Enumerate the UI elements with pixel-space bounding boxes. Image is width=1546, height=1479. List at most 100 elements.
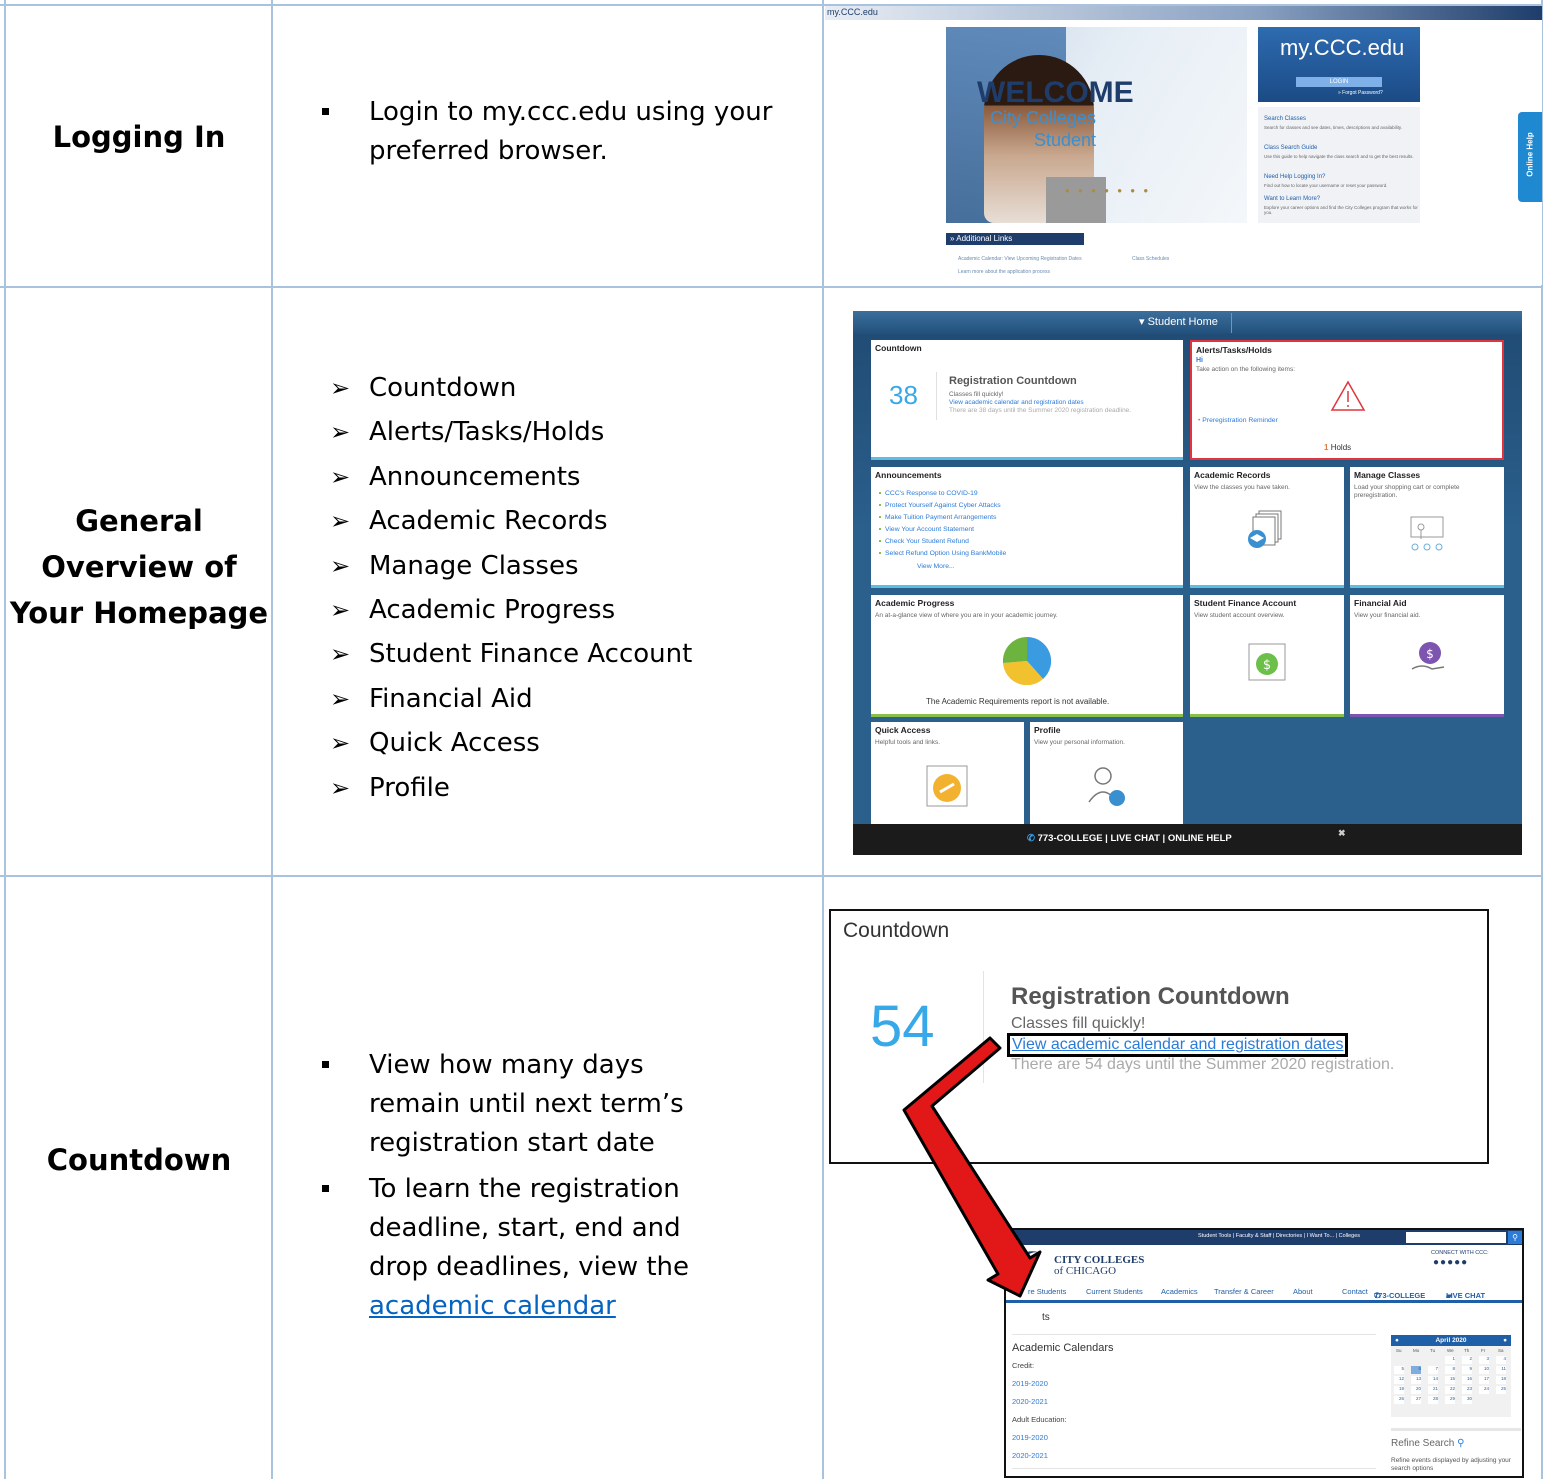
divider: [1231, 313, 1232, 333]
welcome-subheading: Student: [1034, 130, 1097, 150]
preregistration-reminder-link[interactable]: • Preregistration Reminder: [1198, 417, 1278, 424]
support-links[interactable]: ✆ 773-COLLEGE | LIVE CHAT | ONLINE HELP: [1027, 833, 1232, 844]
weekday-label: Mo: [1413, 1348, 1420, 1353]
tile-manage-classes[interactable]: Manage Classes Load your shopping cart o…: [1350, 467, 1504, 588]
tile-profile[interactable]: Profile View your personal information.: [1030, 722, 1183, 827]
announcement-link[interactable]: CCC's Response to COVID-19: [879, 490, 978, 497]
tile-title: Alerts/Tasks/Holds: [1196, 345, 1272, 355]
calendar-day[interactable]: 27: [1411, 1396, 1421, 1404]
search-icon[interactable]: ⚲: [1508, 1231, 1522, 1244]
nav-item[interactable]: Current Students: [1086, 1287, 1143, 1296]
tile-description: View your personal information.: [1034, 739, 1125, 746]
calendar-day[interactable]: 22: [1445, 1386, 1455, 1394]
tile-student-finance[interactable]: Student Finance Account View student acc…: [1190, 595, 1344, 717]
calendar-day[interactable]: 2: [1462, 1356, 1472, 1364]
calendar-day[interactable]: 19: [1394, 1386, 1404, 1394]
class-schedules-link[interactable]: Class Schedules: [1132, 256, 1169, 262]
calendar-link[interactable]: 2020-2021: [1012, 1451, 1048, 1460]
calendar-day[interactable]: 15: [1445, 1376, 1455, 1384]
class-search-guide-link[interactable]: Class Search Guide: [1264, 145, 1317, 151]
bullet-square: [322, 108, 329, 115]
tile-quick-access[interactable]: Quick Access Helpful tools and links.: [871, 722, 1024, 827]
announcement-link[interactable]: Check Your Student Refund: [879, 538, 969, 545]
social-icons[interactable]: ●●●●●: [1433, 1257, 1468, 1268]
academic-calendar-link[interactable]: View academic calendar and registration …: [949, 399, 1084, 406]
calendar-day[interactable]: 3: [1479, 1356, 1489, 1364]
student-home-menu[interactable]: ▾ Student Home: [1139, 315, 1218, 328]
logging-in-help-link[interactable]: Need Help Logging In?: [1264, 174, 1325, 180]
view-more-link[interactable]: View More...: [917, 563, 955, 570]
calendar-day[interactable]: 21: [1428, 1386, 1438, 1394]
search-input[interactable]: [1406, 1232, 1506, 1243]
tile-countdown[interactable]: Countdown 38 Registration Countdown Clas…: [871, 340, 1183, 460]
holds-count: 1 Holds: [1324, 443, 1352, 452]
announcement-link[interactable]: Protect Yourself Against Cyber Attacks: [879, 502, 1001, 509]
nav-item[interactable]: About: [1293, 1287, 1313, 1296]
brand-name[interactable]: of CHICAGO: [1054, 1265, 1116, 1277]
announcement-link[interactable]: Make Tuition Payment Arrangements: [879, 514, 996, 521]
tile-financial-aid[interactable]: Financial Aid View your financial aid. $: [1350, 595, 1504, 717]
close-icon[interactable]: ✖: [1338, 828, 1346, 839]
forgot-password-link[interactable]: » Forgot Password?: [1338, 90, 1383, 96]
countdown-text: There are 38 days until the Summer 2020 …: [949, 407, 1132, 414]
online-help-tab[interactable]: Online Help: [1518, 112, 1542, 202]
calendar-day[interactable]: 9: [1462, 1366, 1472, 1374]
utility-nav[interactable]: Student Tools | Faculty & Staff | Direct…: [1198, 1233, 1360, 1239]
calendar-day[interactable]: 26: [1394, 1396, 1404, 1404]
carousel-dots[interactable]: ● ● ● ● ● ● ●: [1065, 186, 1151, 195]
calendar-day[interactable]: 7: [1428, 1366, 1438, 1374]
refine-search[interactable]: Refine Search ⚲: [1391, 1438, 1464, 1449]
calendar-day[interactable]: 1: [1445, 1356, 1455, 1364]
calendar-link[interactable]: 2019-2020: [1012, 1433, 1048, 1442]
tile-academic-records[interactable]: Academic Records View the classes you ha…: [1190, 467, 1344, 588]
calendar-day[interactable]: 4: [1496, 1356, 1506, 1364]
calendar-day[interactable]: 18: [1496, 1376, 1506, 1384]
calendar-day[interactable]: 28: [1428, 1396, 1438, 1404]
calendar-link[interactable]: 2020-2021: [1012, 1397, 1048, 1406]
link-description: Use this guide to help navigate the clas…: [1264, 154, 1414, 159]
calendar-day[interactable]: 14: [1428, 1376, 1438, 1384]
mini-calendar: ● April 2020 ● Su Mo Tu We Th Fr Sa 123456…: [1391, 1335, 1511, 1417]
top-bar: [825, 6, 1542, 20]
calendar-day[interactable]: 10: [1479, 1366, 1489, 1374]
calendar-day[interactable]: 24: [1479, 1386, 1489, 1394]
profile-icon: [1088, 767, 1125, 806]
calendar-day[interactable]: 25: [1496, 1386, 1506, 1394]
tile-alerts[interactable]: Alerts/Tasks/Holds Hi Take action on the…: [1190, 340, 1504, 460]
calendar-day[interactable]: 8: [1445, 1366, 1455, 1374]
nav-item[interactable]: Contact: [1342, 1287, 1368, 1296]
calendar-link[interactable]: 2019-2020: [1012, 1379, 1048, 1388]
site-logo[interactable]: my.CCC.edu: [827, 7, 878, 17]
tile-academic-progress[interactable]: Academic Progress An at-a-glance view of…: [871, 595, 1183, 717]
nav-item[interactable]: Transfer & Career: [1214, 1287, 1274, 1296]
nav-item[interactable]: Academics: [1161, 1287, 1198, 1296]
learn-more-link[interactable]: Want to Learn More?: [1264, 196, 1320, 202]
calendar-day[interactable]: 6: [1411, 1366, 1421, 1374]
prev-month-icon[interactable]: ●: [1395, 1335, 1399, 1346]
search-classes-link[interactable]: Search Classes: [1264, 116, 1306, 122]
calendar-day[interactable]: 20: [1411, 1386, 1421, 1394]
arrow-bullet-icon: ➢: [330, 729, 351, 758]
tile-announcements[interactable]: Announcements CCC's Response to COVID-19…: [871, 467, 1183, 588]
calendar-day[interactable]: 30: [1462, 1396, 1472, 1404]
academic-calendar-link[interactable]: View academic calendar and registration …: [1007, 1033, 1349, 1057]
academic-calendars-heading: Academic Calendars: [1012, 1342, 1114, 1354]
calendar-day[interactable]: 12: [1394, 1376, 1404, 1384]
calendar-day[interactable]: 16: [1462, 1376, 1472, 1384]
online-help-label: Online Help: [1525, 132, 1535, 177]
calendar-day[interactable]: 5: [1394, 1366, 1404, 1374]
next-month-icon[interactable]: ●: [1503, 1335, 1507, 1346]
announcement-link[interactable]: View Your Account Statement: [879, 526, 974, 533]
announcement-link[interactable]: Select Refund Option Using BankMobile: [879, 550, 1006, 557]
calendar-day[interactable]: 29: [1445, 1396, 1455, 1404]
login-box-title: my.CCC.edu: [1280, 35, 1405, 60]
calendar-day[interactable]: 11: [1496, 1366, 1506, 1374]
login-button[interactable]: LOGIN: [1296, 77, 1382, 87]
calendar-day[interactable]: 13: [1411, 1376, 1421, 1384]
calendar-day[interactable]: 17: [1479, 1376, 1489, 1384]
tile-description: View the classes you have taken.: [1194, 484, 1290, 491]
calendar-day[interactable]: 23: [1462, 1386, 1472, 1394]
academic-calendar-link[interactable]: academic calendar: [369, 1291, 616, 1321]
application-process-link[interactable]: Learn more about the application process: [958, 269, 1050, 275]
academic-calendar-link[interactable]: Academic Calendar: View Upcoming Registr…: [958, 256, 1082, 262]
